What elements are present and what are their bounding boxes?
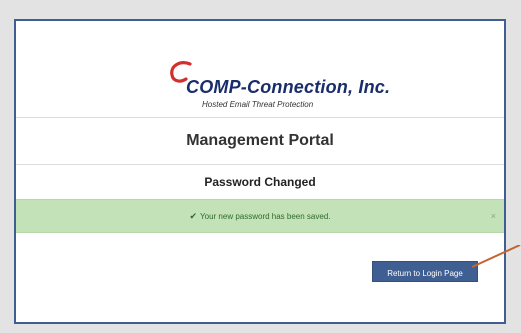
annotation-arrow-icon bbox=[471, 245, 521, 268]
company-tagline: Hosted Email Threat Protection bbox=[202, 100, 314, 109]
alert-message: Your new password has been saved. bbox=[200, 212, 331, 221]
success-alert: ✔ Your new password has been saved. × bbox=[16, 199, 504, 233]
company-name: COMP-Connection, Inc. bbox=[186, 77, 391, 97]
section-title: Password Changed bbox=[204, 175, 316, 189]
checkmark-icon: ✔ bbox=[189, 211, 198, 221]
management-panel: COMP-Connection, Inc. Hosted Email Threa… bbox=[14, 19, 506, 324]
portal-title: Management Portal bbox=[16, 117, 504, 165]
close-icon[interactable]: × bbox=[491, 200, 496, 232]
return-to-login-button[interactable]: Return to Login Page bbox=[372, 261, 478, 282]
logo-area: COMP-Connection, Inc. Hosted Email Threa… bbox=[16, 21, 504, 118]
